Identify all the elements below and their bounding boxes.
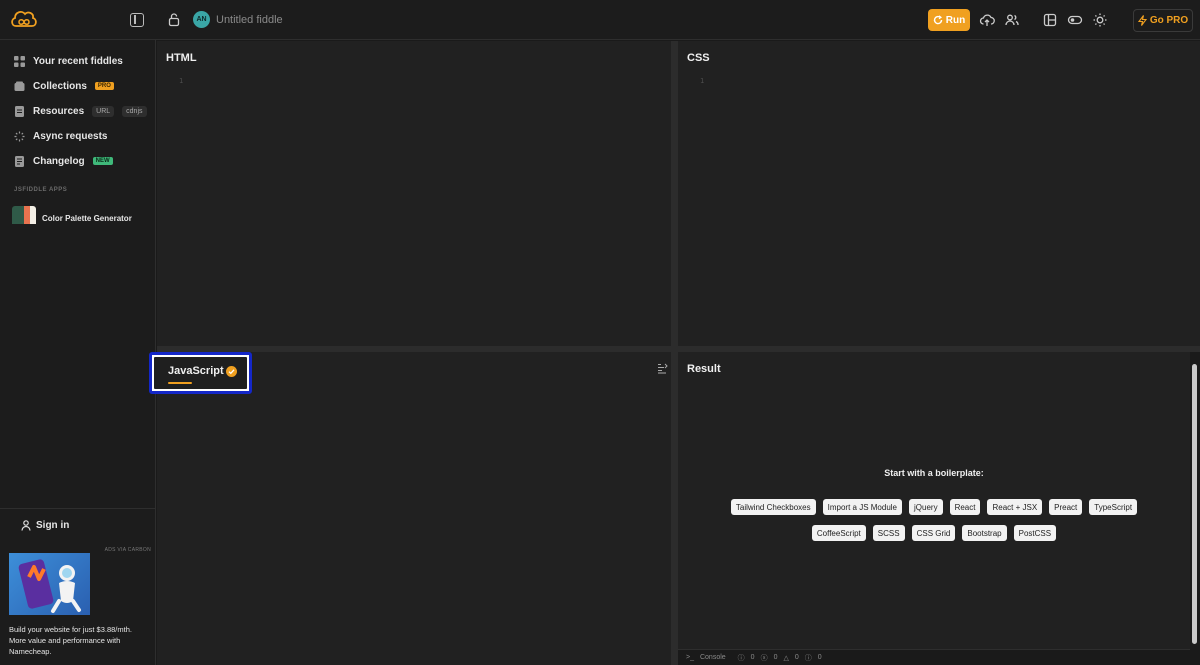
javascript-tab-highlight[interactable]: JavaScript <box>149 352 252 394</box>
cloud-upload-icon[interactable] <box>979 12 995 28</box>
html-pane[interactable]: HTML 1 <box>157 41 671 346</box>
top-bar: AN Untitled fiddle Run Go PRO <box>0 0 1200 40</box>
boilerplate-chip[interactable]: React + JSX <box>987 499 1043 515</box>
css-pane-label: CSS <box>687 52 710 64</box>
boilerplate-chip[interactable]: Preact <box>1049 499 1083 515</box>
boilerplate-chip[interactable]: Tailwind Checkboxes <box>730 499 816 515</box>
sidebar-item-label: Your recent fiddles <box>33 55 123 67</box>
spinner-icon <box>14 131 25 141</box>
jsfiddle-logo-icon[interactable] <box>10 8 38 30</box>
javascript-pane-label: JavaScript <box>168 365 224 377</box>
info-count: 0 <box>750 654 755 661</box>
divider <box>0 508 156 509</box>
sign-in-button[interactable]: Sign in <box>21 520 69 531</box>
sidebar-item-label: Async requests <box>33 130 108 142</box>
fiddle-title[interactable]: Untitled fiddle <box>216 14 283 26</box>
line-number: 1 <box>179 77 184 85</box>
ad-image[interactable] <box>9 553 90 615</box>
color-palette-thumbnail-icon <box>12 206 36 230</box>
console-label: Console <box>699 654 726 661</box>
error-count: 0 <box>773 654 778 661</box>
warning-count: 0 <box>794 654 799 661</box>
new-badge: NEW <box>92 157 113 165</box>
css-pane[interactable]: CSS 1 <box>678 41 1200 346</box>
sidebar: Your recent fiddles Collections PRO Reso… <box>0 40 156 665</box>
url-tag[interactable]: URL <box>92 105 115 117</box>
ads-label[interactable]: ADS VIA CARBON <box>105 547 151 553</box>
user-icon <box>21 520 31 531</box>
boilerplate-chip[interactable]: CSS Grid <box>911 525 956 541</box>
boilerplate-chip[interactable]: React <box>949 499 981 515</box>
sign-in-label: Sign in <box>36 520 70 531</box>
log-count-icon: ⓘ <box>804 654 812 662</box>
app-name: Color Palette Generator <box>42 213 132 223</box>
sidebar-item-label: Collections <box>33 80 87 92</box>
boilerplate-chip[interactable]: TypeScript <box>1089 499 1138 515</box>
pro-badge: PRO <box>94 82 114 90</box>
lightning-icon <box>1137 15 1147 26</box>
app-color-palette-generator[interactable]: Color Palette Generator <box>12 206 132 230</box>
tidy-code-icon[interactable] <box>657 363 668 374</box>
sidebar-toggle-icon[interactable] <box>130 13 144 27</box>
html-pane-label: HTML <box>166 52 197 64</box>
sidebar-item-label: Resources <box>33 105 85 117</box>
document-icon <box>15 155 24 167</box>
result-pane-label: Result <box>687 363 721 375</box>
apps-section-title: JSFIDDLE APPS <box>14 187 68 193</box>
sidebar-item-label: Changelog <box>33 155 85 167</box>
cdnjs-tag[interactable]: cdnjs <box>122 105 147 117</box>
info-count-icon: ⓘ <box>737 654 745 662</box>
active-tab-underline <box>168 382 192 384</box>
boilerplate-chip[interactable]: PostCSS <box>1013 525 1057 541</box>
console-bar[interactable]: >_ Console ⓘ 0 ⓧ 0 △ 0 ⓘ 0 <box>678 649 1190 665</box>
refresh-icon <box>933 15 942 25</box>
javascript-pane[interactable] <box>157 352 671 665</box>
layout-icon[interactable] <box>1042 12 1058 28</box>
warning-count-icon: △ <box>783 654 789 662</box>
go-pro-label: Go PRO <box>1149 15 1189 26</box>
avatar[interactable]: AN <box>193 11 210 28</box>
sidebar-item-async-requests[interactable]: Async requests <box>14 128 107 144</box>
sidebar-item-resources[interactable]: Resources URL cdnjs <box>14 103 147 119</box>
boilerplate-chip[interactable]: Bootstrap <box>962 525 1007 541</box>
boilerplate-title: Start with a boilerplate: <box>884 468 984 478</box>
toggle-icon[interactable] <box>1067 12 1083 28</box>
folder-icon <box>14 81 25 91</box>
line-number: 1 <box>700 77 705 85</box>
sidebar-item-changelog[interactable]: Changelog NEW <box>14 153 113 169</box>
boilerplate-row-1: Tailwind Checkboxes Import a JS Module j… <box>678 499 1190 515</box>
boilerplate-chip[interactable]: jQuery <box>909 499 943 515</box>
ad-text[interactable]: Build your website for just $3.88/mth. M… <box>9 624 149 657</box>
boilerplate-row-2: CoffeeScript SCSS CSS Grid Bootstrap Pos… <box>678 525 1190 541</box>
lock-icon[interactable] <box>168 12 180 27</box>
go-pro-button[interactable]: Go PRO <box>1133 9 1193 32</box>
grid-icon <box>14 55 25 67</box>
result-scrollbar[interactable] <box>1192 364 1197 644</box>
sidebar-item-collections[interactable]: Collections PRO <box>14 78 114 94</box>
settings-check-icon[interactable] <box>226 366 237 377</box>
error-count-icon: ⓧ <box>760 654 768 662</box>
boilerplate-chip[interactable]: Import a JS Module <box>822 499 902 515</box>
file-icon <box>15 105 24 117</box>
sun-icon[interactable] <box>1092 12 1108 28</box>
sidebar-item-recent-fiddles[interactable]: Your recent fiddles <box>14 53 123 69</box>
log-count: 0 <box>817 654 822 661</box>
terminal-icon: >_ <box>686 654 694 661</box>
ad-astronaut-illustration-icon <box>18 559 81 613</box>
vertical-resize-handle[interactable] <box>671 41 678 665</box>
boilerplate-chip[interactable]: CoffeeScript <box>811 525 866 541</box>
users-icon[interactable] <box>1004 12 1020 28</box>
run-label: Run <box>945 14 966 26</box>
boilerplate-chip[interactable]: SCSS <box>872 525 905 541</box>
run-button[interactable]: Run <box>928 9 970 31</box>
